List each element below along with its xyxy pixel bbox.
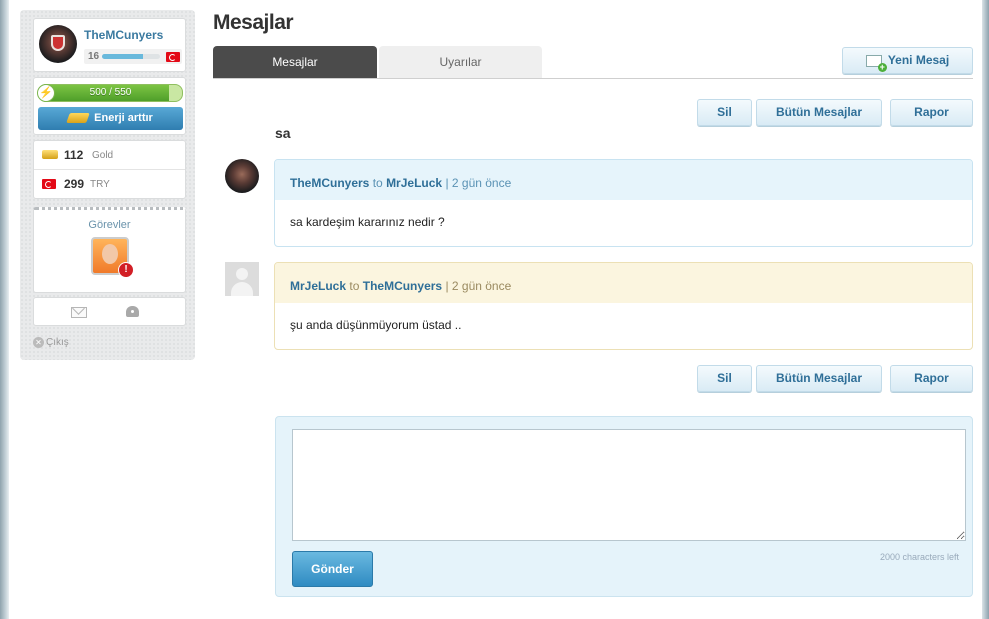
report-button-bottom[interactable]: Rapor	[890, 365, 973, 392]
energy-card: 500 / 550 ⚡ Enerji arttır	[33, 77, 186, 135]
new-message-label: Yeni Mesaj	[887, 53, 950, 67]
level-box: 16	[84, 49, 182, 64]
logout-label: Çıkış	[46, 337, 69, 349]
tab-divider	[213, 78, 973, 79]
tab-messages[interactable]: Mesajlar	[213, 46, 377, 78]
message-header: MrJeLuck to TheMCunyers | 2 gün önce	[275, 263, 972, 303]
character-counter: 2000 characters left	[879, 552, 959, 562]
xp-bar	[102, 54, 160, 59]
report-button[interactable]: Rapor	[890, 99, 973, 126]
send-button[interactable]: Gönder	[292, 551, 373, 587]
reply-box: Gönder 2000 characters left	[275, 416, 973, 597]
profile-username[interactable]: TheMCunyers	[84, 28, 163, 42]
lightning-icon: ⚡	[37, 84, 55, 102]
new-message-button[interactable]: Yeni Mesaj	[842, 47, 973, 74]
page-title: Mesajlar	[213, 11, 294, 34]
energy-bar: 500 / 550	[38, 84, 183, 102]
to-word: to	[349, 279, 360, 293]
alert-icon: !	[118, 262, 134, 278]
gold-icon	[42, 150, 58, 159]
energy-increase-button[interactable]: Enerji arttır	[38, 107, 183, 130]
sender-avatar[interactable]	[225, 159, 259, 193]
emblem-icon	[51, 35, 65, 51]
gold-label: Gold	[92, 150, 114, 161]
message-time: | 2 gün önce	[445, 176, 512, 190]
new-mail-icon	[865, 54, 887, 72]
logout-link[interactable]: ✕ Çıkış	[33, 337, 69, 348]
task-avatar[interactable]: !	[91, 237, 134, 278]
message-subject: sa	[275, 125, 291, 141]
try-label: TRY	[90, 179, 110, 190]
tasks-card: Görevler !	[33, 207, 186, 293]
profile-card: TheMCunyers 16	[33, 18, 186, 72]
try-value: 299	[64, 177, 85, 191]
energy-button-label: Enerji arttır	[94, 112, 153, 124]
reply-textarea[interactable]	[292, 429, 966, 541]
gold-row: 112 Gold	[34, 141, 185, 169]
gold-bars-icon	[66, 113, 90, 124]
notification-card	[33, 297, 186, 326]
delete-button-bottom[interactable]: Sil	[697, 365, 752, 392]
message-body: şu anda düşünmüyorum üstad ..	[290, 318, 462, 332]
notification-icon[interactable]	[126, 306, 139, 317]
message-item: MrJeLuck to TheMCunyers | 2 gün önce şu …	[274, 262, 973, 350]
avatar[interactable]	[39, 25, 77, 63]
all-messages-button-bottom[interactable]: Bütün Mesajlar	[756, 365, 882, 392]
all-messages-button[interactable]: Bütün Mesajlar	[756, 99, 882, 126]
tab-alerts[interactable]: Uyarılar	[379, 46, 542, 78]
message-body: sa kardeşim kararınız nedir ?	[290, 215, 445, 229]
mail-icon[interactable]	[71, 307, 87, 318]
page: TheMCunyers 16 500 / 550 ⚡ Enerji arttır…	[9, 0, 982, 619]
delete-button[interactable]: Sil	[697, 99, 752, 126]
to-word: to	[372, 176, 383, 190]
gold-value: 112	[64, 148, 84, 162]
message-sender[interactable]: TheMCunyers	[290, 176, 369, 190]
message-recipient[interactable]: MrJeLuck	[386, 176, 442, 190]
message-header: TheMCunyers to MrJeLuck | 2 gün önce	[275, 160, 972, 200]
turkey-flag-icon	[166, 52, 180, 62]
message-sender[interactable]: MrJeLuck	[290, 279, 346, 293]
close-icon: ✕	[33, 337, 44, 348]
message-item: TheMCunyers to MrJeLuck | 2 gün önce sa …	[274, 159, 973, 247]
task-face-icon	[102, 244, 118, 264]
sidebar: TheMCunyers 16 500 / 550 ⚡ Enerji arttır…	[20, 10, 195, 360]
xp-fill	[102, 54, 143, 59]
currency-card: 112 Gold 299 TRY	[33, 140, 186, 199]
turkey-flag-icon	[42, 179, 56, 189]
tasks-title: Görevler	[88, 219, 131, 231]
default-avatar-icon[interactable]	[225, 262, 259, 296]
message-time: | 2 gün önce	[445, 279, 512, 293]
try-row: 299 TRY	[34, 169, 185, 198]
level-number: 16	[88, 51, 100, 62]
energy-text: 500 / 550	[89, 87, 132, 98]
message-recipient[interactable]: TheMCunyers	[363, 279, 442, 293]
